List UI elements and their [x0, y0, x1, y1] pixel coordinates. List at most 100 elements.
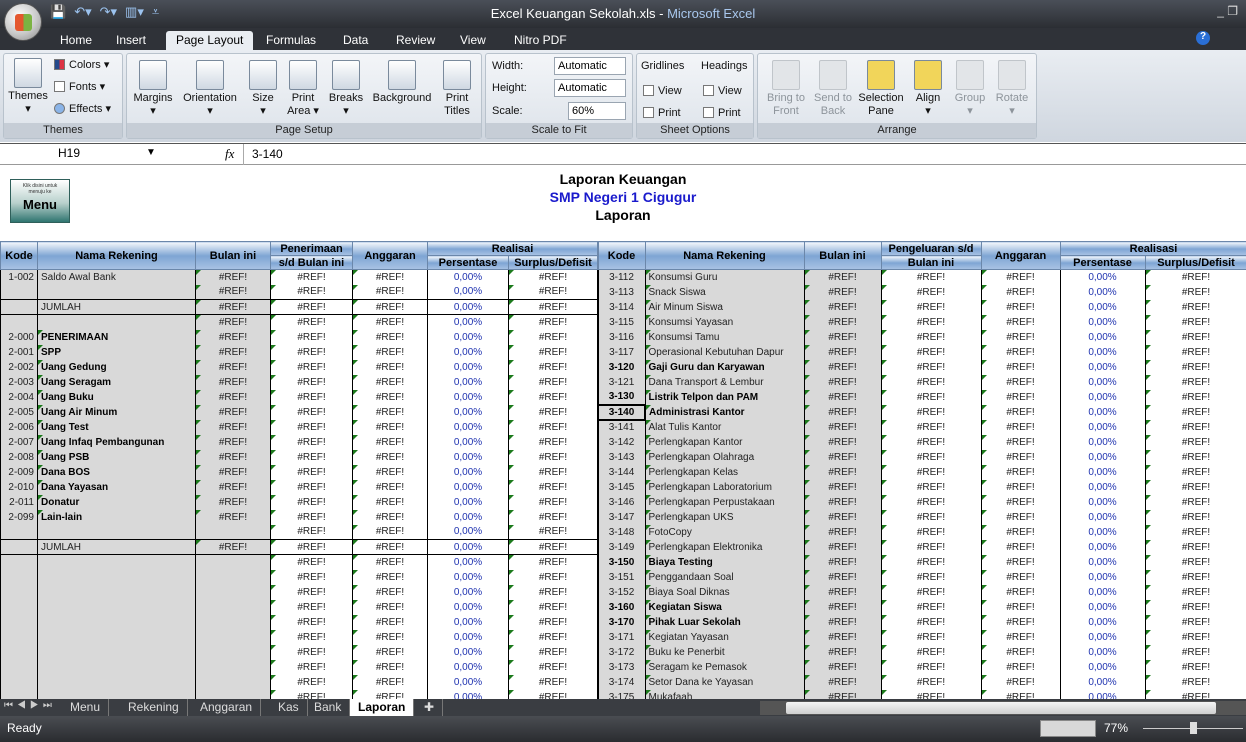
anggaran-cell[interactable]: #REF!: [352, 449, 428, 465]
nama-cell[interactable]: PENERIMAAN: [37, 329, 196, 345]
bulan-cell[interactable]: #REF!: [803, 644, 882, 660]
nama-cell[interactable]: [37, 284, 196, 300]
margins-button[interactable]: Margins ▾: [131, 60, 175, 118]
surplus-cell[interactable]: #REF!: [1144, 494, 1246, 510]
anggaran-cell[interactable]: #REF!: [980, 539, 1061, 555]
anggaran-cell[interactable]: #REF!: [352, 584, 428, 600]
nama-cell[interactable]: Konsumsi Tamu: [644, 329, 805, 345]
penerimaan-cell[interactable]: #REF!: [270, 449, 353, 465]
nama-cell[interactable]: Perlengkapan Kantor: [644, 434, 805, 450]
scroll-thumb[interactable]: [786, 702, 1216, 714]
penerimaan-cell[interactable]: #REF!: [270, 269, 353, 285]
surplus-cell[interactable]: #REF!: [1144, 374, 1246, 390]
nama-cell[interactable]: Snack Siswa: [644, 284, 805, 300]
bulan-cell[interactable]: #REF!: [803, 374, 882, 390]
anggaran-cell[interactable]: #REF!: [980, 614, 1061, 630]
window-controls[interactable]: _ ❐: [1217, 4, 1238, 18]
anggaran-cell[interactable]: #REF!: [352, 419, 428, 435]
bulan-cell[interactable]: #REF!: [803, 659, 882, 675]
pengeluaran-cell[interactable]: #REF!: [880, 284, 982, 300]
bulan-cell[interactable]: [195, 599, 271, 615]
nama-cell[interactable]: Dana BOS: [37, 464, 196, 480]
persentase-cell[interactable]: 0,00%: [1059, 479, 1146, 495]
anggaran-cell[interactable]: #REF!: [980, 524, 1061, 540]
nama-cell[interactable]: JUMLAH: [37, 299, 196, 315]
penerimaan-cell[interactable]: #REF!: [270, 494, 353, 510]
kode-cell[interactable]: 3-114: [597, 299, 646, 315]
surplus-cell[interactable]: #REF!: [508, 404, 598, 420]
anggaran-cell[interactable]: #REF!: [980, 644, 1061, 660]
anggaran-cell[interactable]: #REF!: [352, 524, 428, 540]
anggaran-cell[interactable]: #REF!: [352, 374, 428, 390]
nama-cell[interactable]: Buku ke Penerbit: [644, 644, 805, 660]
kode-cell[interactable]: 3-121: [597, 374, 646, 390]
surplus-cell[interactable]: #REF!: [1144, 434, 1246, 450]
bulan-cell[interactable]: #REF!: [803, 329, 882, 345]
bulan-cell[interactable]: #REF!: [195, 374, 271, 390]
persentase-cell[interactable]: 0,00%: [427, 359, 509, 375]
persentase-cell[interactable]: 0,00%: [427, 329, 509, 345]
save-icon[interactable]: 💾: [50, 4, 66, 24]
anggaran-cell[interactable]: #REF!: [980, 314, 1061, 330]
bulan-cell[interactable]: [195, 569, 271, 585]
nama-cell[interactable]: Mukafaah: [644, 689, 805, 699]
pengeluaran-cell[interactable]: #REF!: [880, 674, 982, 690]
kode-cell[interactable]: 2-000: [0, 329, 38, 345]
bulan-cell[interactable]: #REF!: [803, 614, 882, 630]
bulan-cell[interactable]: #REF!: [803, 689, 882, 699]
surplus-cell[interactable]: #REF!: [1144, 674, 1246, 690]
persentase-cell[interactable]: 0,00%: [427, 674, 509, 690]
kode-cell[interactable]: 3-150: [597, 554, 646, 570]
name-box-dropdown-icon[interactable]: ▼: [146, 147, 156, 158]
rotate-button[interactable]: Rotate ▾: [992, 60, 1032, 118]
nama-cell[interactable]: Administrasi Kantor: [644, 404, 805, 420]
bulan-cell[interactable]: #REF!: [803, 674, 882, 690]
kode-cell[interactable]: [0, 689, 38, 699]
bulan-cell[interactable]: #REF!: [803, 584, 882, 600]
nama-cell[interactable]: Operasional Kebutuhan Dapur: [644, 344, 805, 360]
kode-cell[interactable]: [0, 659, 38, 675]
kode-cell[interactable]: 1-002: [0, 269, 38, 285]
horizontal-scrollbar[interactable]: [760, 701, 1246, 715]
tab-formulas[interactable]: Formulas: [256, 31, 326, 50]
nama-cell[interactable]: Penggandaan Soal: [644, 569, 805, 585]
bulan-cell[interactable]: [195, 659, 271, 675]
bulan-cell[interactable]: [195, 584, 271, 600]
gridlines-print-checkbox[interactable]: Print: [643, 107, 681, 120]
menu-button[interactable]: Klik disini untuk menuju ke Menu: [10, 179, 70, 223]
persentase-cell[interactable]: 0,00%: [1059, 539, 1146, 555]
nama-cell[interactable]: [37, 569, 196, 585]
surplus-cell[interactable]: #REF!: [508, 674, 598, 690]
pengeluaran-cell[interactable]: #REF!: [880, 269, 982, 285]
surplus-cell[interactable]: #REF!: [508, 494, 598, 510]
nama-cell[interactable]: Lain-lain: [37, 509, 196, 525]
kode-cell[interactable]: [0, 614, 38, 630]
surplus-cell[interactable]: #REF!: [1144, 389, 1246, 405]
persentase-cell[interactable]: 0,00%: [427, 524, 509, 540]
anggaran-cell[interactable]: #REF!: [352, 674, 428, 690]
kode-cell[interactable]: 2-008: [0, 449, 38, 465]
tab-insert[interactable]: Insert: [106, 31, 156, 50]
persentase-cell[interactable]: 0,00%: [1059, 614, 1146, 630]
surplus-cell[interactable]: #REF!: [1144, 554, 1246, 570]
bulan-cell[interactable]: #REF!: [195, 464, 271, 480]
kode-cell[interactable]: 3-175: [597, 689, 646, 699]
anggaran-cell[interactable]: #REF!: [352, 434, 428, 450]
bulan-cell[interactable]: #REF!: [803, 389, 882, 405]
gridlines-view-checkbox[interactable]: View: [643, 85, 682, 98]
persentase-cell[interactable]: 0,00%: [1059, 524, 1146, 540]
nama-cell[interactable]: [37, 629, 196, 645]
nama-cell[interactable]: Uang Seragam: [37, 374, 196, 390]
kode-cell[interactable]: 3-171: [597, 629, 646, 645]
kode-cell[interactable]: [0, 569, 38, 585]
pengeluaran-cell[interactable]: #REF!: [880, 404, 982, 420]
bulan-cell[interactable]: [195, 644, 271, 660]
surplus-cell[interactable]: #REF!: [508, 509, 598, 525]
penerimaan-cell[interactable]: #REF!: [270, 689, 353, 699]
send-to-back-button[interactable]: Send to Back: [810, 60, 856, 118]
surplus-cell[interactable]: #REF!: [508, 569, 598, 585]
kode-cell[interactable]: [0, 314, 38, 330]
surplus-cell[interactable]: #REF!: [508, 584, 598, 600]
penerimaan-cell[interactable]: #REF!: [270, 419, 353, 435]
bulan-cell[interactable]: #REF!: [803, 299, 882, 315]
